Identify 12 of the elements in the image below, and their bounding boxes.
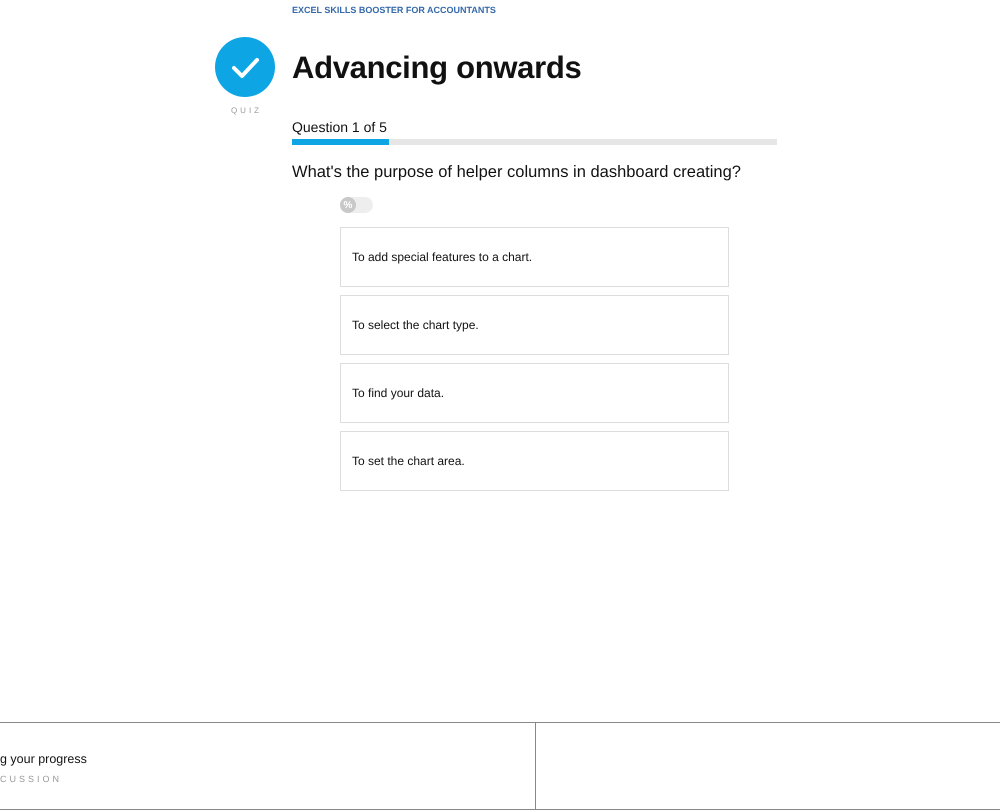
previous-lesson-type: CUSSION [0,774,62,784]
answer-option[interactable]: To select the chart type. [340,295,729,355]
course-title[interactable]: EXCEL SKILLS BOOSTER FOR ACCOUNTANTS [292,5,496,15]
answer-option[interactable]: To set the chart area. [340,431,729,491]
question-counter: Question 1 of 5 [292,119,388,135]
answer-option[interactable]: To add special features to a chart. [340,227,729,287]
previous-lesson-card[interactable]: g your progress CUSSION [0,723,536,809]
answer-option[interactable]: To find your data. [340,363,729,423]
previous-lesson-title: g your progress [0,752,87,766]
question-text: What's the purpose of helper columns in dashboard creating? [292,163,742,182]
lesson-title: Advancing onwards [292,50,582,87]
lesson-type: QUIZ [230,106,262,115]
